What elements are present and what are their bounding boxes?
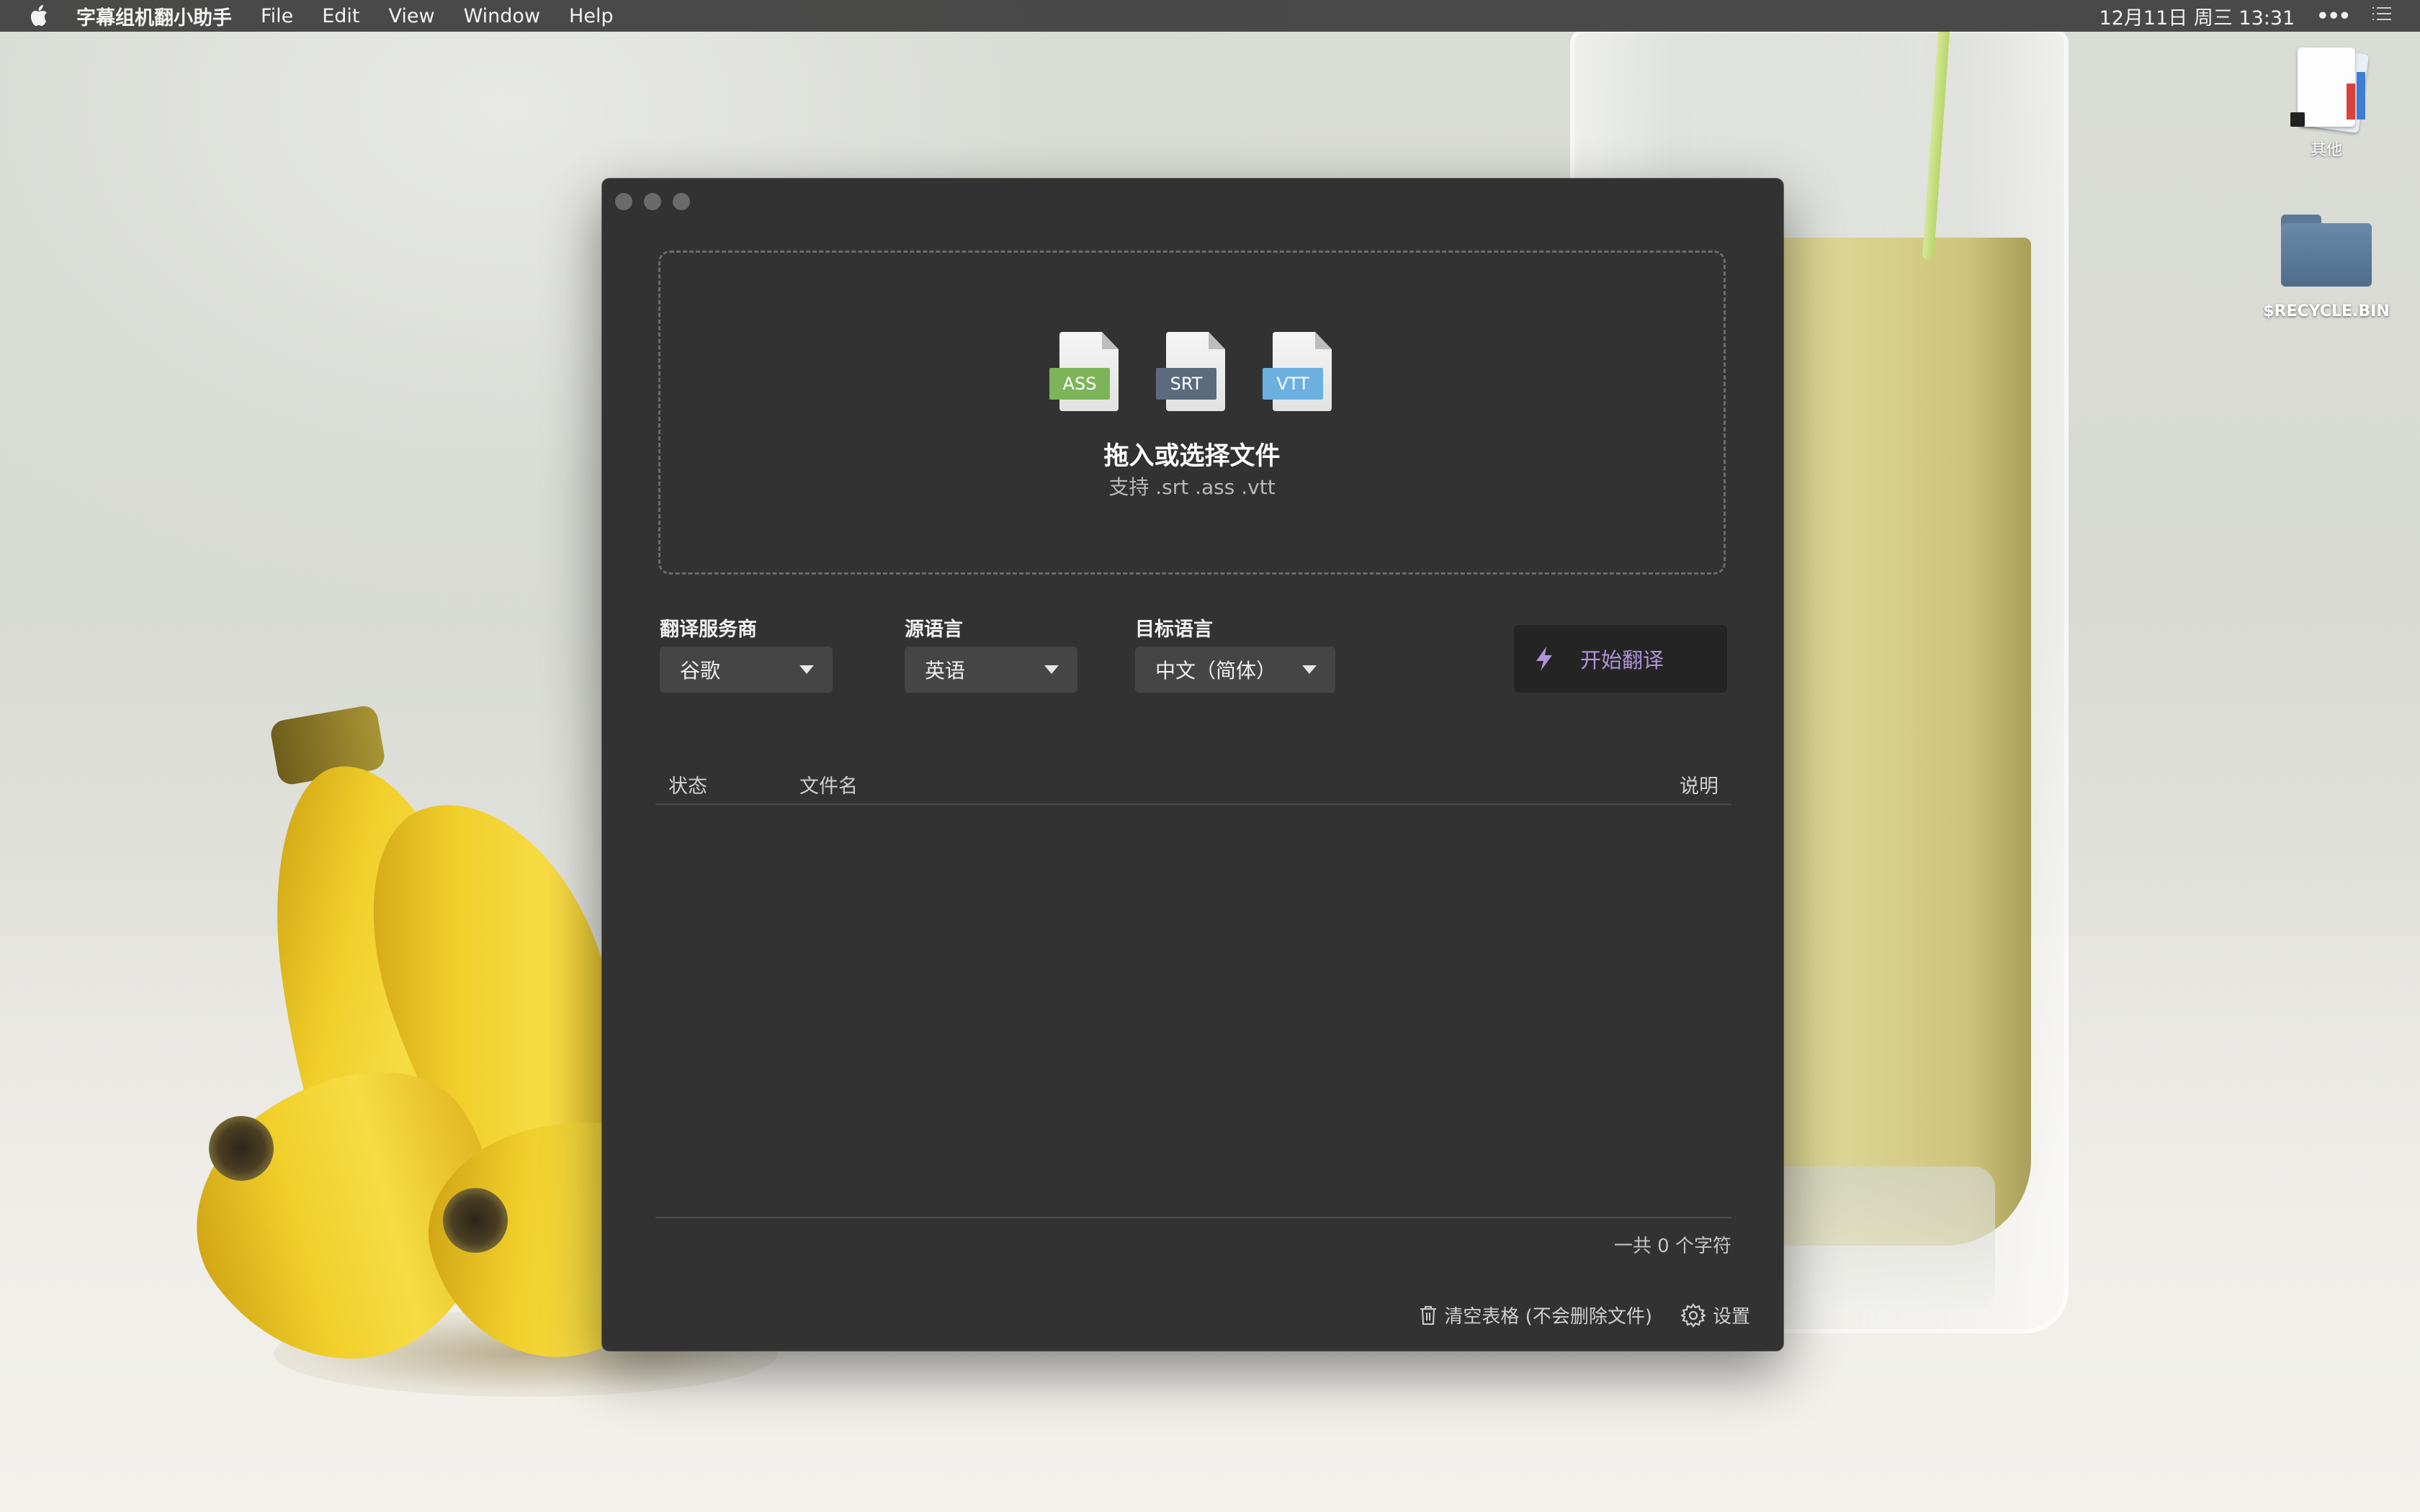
folder-icon <box>2281 215 2372 287</box>
chevron-down-icon <box>1302 665 1317 674</box>
column-status[interactable]: 状态 <box>668 770 707 798</box>
clear-table-button[interactable]: 清空表格 (不会删除文件) <box>1420 1302 1652 1328</box>
desktop-icon-recycle-bin[interactable]: $RECYCLE.BIN <box>2254 215 2398 320</box>
settings-button[interactable]: 设置 <box>1680 1302 1750 1328</box>
srt-file-icon: SRT <box>1156 332 1231 418</box>
notification-center-icon[interactable] <box>2371 5 2393 27</box>
source-language-label: 源语言 <box>905 618 963 641</box>
file-table-header: 状态 文件名 说明 <box>655 768 1731 805</box>
file-type-icons: ASS SRT VTT <box>1049 332 1337 418</box>
chevron-down-icon <box>1044 665 1059 674</box>
desktop-icon-label: $RECYCLE.BIN <box>2263 302 2390 320</box>
apple-icon[interactable] <box>27 4 50 27</box>
gear-icon <box>1680 1302 1706 1328</box>
target-language-value: 中文（简体） <box>1155 659 1277 683</box>
bottom-actions: 清空表格 (不会删除文件) 设置 <box>1420 1302 1750 1328</box>
column-filename[interactable]: 文件名 <box>799 770 858 798</box>
chevron-down-icon <box>799 665 814 674</box>
desktop-icon-label: 其他 <box>2310 141 2342 159</box>
source-language-value: 英语 <box>925 659 966 683</box>
provider-label: 翻译服务商 <box>660 618 757 641</box>
menu-bar: 字幕组机翻小助手 File Edit View Window Help 12月1… <box>0 0 2420 32</box>
close-button[interactable] <box>615 193 632 210</box>
menu-edit[interactable]: Edit <box>322 5 359 27</box>
more-icon[interactable]: ••• <box>2316 5 2351 27</box>
document-stack-icon <box>2283 43 2370 137</box>
provider-select[interactable]: 谷歌 <box>660 647 833 693</box>
file-type-label: ASS <box>1049 368 1110 400</box>
menu-view[interactable]: View <box>388 5 434 27</box>
ass-file-icon: ASS <box>1049 332 1124 418</box>
settings-label: 设置 <box>1712 1306 1750 1328</box>
target-language-select[interactable]: 中文（简体） <box>1135 647 1335 693</box>
menubar-clock[interactable]: 12月11日 周三 13:31 <box>2099 2 2295 30</box>
menu-help[interactable]: Help <box>569 5 614 27</box>
drop-zone-subtitle: 支持 .srt .ass .vtt <box>1108 475 1276 499</box>
source-language-select[interactable]: 英语 <box>905 647 1077 693</box>
window-controls <box>615 193 690 210</box>
file-drop-zone[interactable]: ASS SRT VTT 拖入或选择文件 支持 .srt .ass .vtt <box>658 251 1726 575</box>
menu-file[interactable]: File <box>261 5 293 27</box>
wallpaper-banana-tip <box>443 1188 508 1253</box>
table-divider <box>655 1217 1731 1218</box>
file-type-label: VTT <box>1263 368 1323 400</box>
desktop-icon-other[interactable]: 其他 <box>2276 43 2377 160</box>
start-translate-label: 开始翻译 <box>1580 648 1664 672</box>
target-language-label: 目标语言 <box>1135 618 1213 641</box>
drop-zone-title: 拖入或选择文件 <box>1103 442 1281 471</box>
character-count: 一共 0 个字符 <box>1613 1236 1731 1257</box>
lightning-icon <box>1536 647 1552 671</box>
wallpaper-banana-tip <box>209 1116 274 1181</box>
start-translate-button[interactable]: 开始翻译 <box>1514 625 1727 693</box>
file-type-label: SRT <box>1156 368 1216 400</box>
minimize-button[interactable] <box>644 193 661 210</box>
provider-value: 谷歌 <box>680 659 721 683</box>
trash-icon <box>1420 1305 1437 1325</box>
zoom-button[interactable] <box>673 193 690 210</box>
column-description[interactable]: 说明 <box>1680 770 1718 798</box>
vtt-file-icon: VTT <box>1263 332 1337 418</box>
menu-window[interactable]: Window <box>464 5 540 27</box>
app-name-menu[interactable]: 字幕组机翻小助手 <box>76 2 232 30</box>
clear-table-label: 清空表格 (不会删除文件) <box>1444 1306 1652 1328</box>
app-window: ASS SRT VTT 拖入或选择文件 支持 .srt .ass .vtt 翻译… <box>602 179 1783 1351</box>
